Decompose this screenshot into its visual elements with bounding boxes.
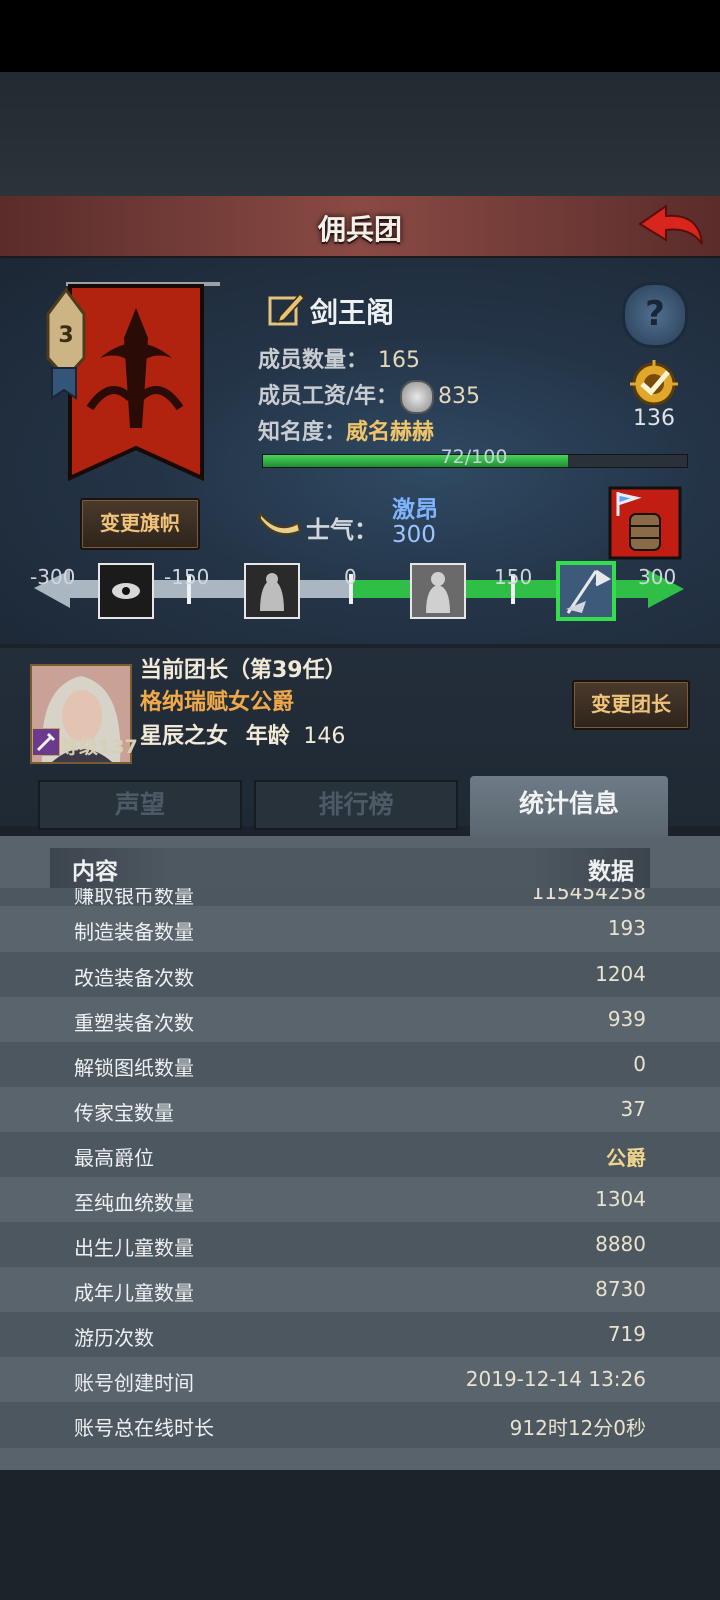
morale-state: 激昂	[392, 497, 438, 523]
rank-value: 136	[633, 406, 675, 431]
table-row: 最高爵位 公爵	[0, 1132, 720, 1178]
row-value: 0	[633, 1052, 646, 1076]
row-value: 719	[607, 1322, 646, 1346]
leader-trait-row: 星辰之女 年龄 146	[140, 718, 345, 750]
row-value: 2019-12-14 13:26	[465, 1367, 646, 1391]
row-label: 至纯血统数量	[74, 1191, 194, 1215]
row-value: 912时12分0秒	[509, 1416, 646, 1440]
table-row: 出生儿童数量 8880	[0, 1222, 720, 1268]
war-horn-icon	[259, 510, 302, 535]
member-count-value: 165	[378, 348, 421, 373]
background-top	[0, 72, 720, 196]
salary-label: 成员工资/年：	[258, 384, 399, 409]
table-row: 成年儿童数量 8730	[0, 1267, 720, 1313]
table-row: 游历次数 719	[0, 1312, 720, 1358]
row-value: 1204	[595, 962, 646, 986]
column-data: 数据	[588, 859, 634, 885]
edit-name-icon[interactable]	[266, 288, 306, 328]
row-label: 重塑装备次数	[74, 1011, 194, 1035]
row-label: 解锁图纸数量	[74, 1056, 194, 1080]
fame-row: 知名度：威名赫赫	[258, 414, 434, 446]
fame-title: 威名赫赫	[346, 420, 435, 445]
barrel-icon[interactable]	[608, 486, 682, 560]
morale-tick-high: 150	[494, 565, 533, 589]
table-row: 传家宝数量 37	[0, 1087, 720, 1133]
svg-text:3: 3	[58, 323, 73, 348]
background-bottom	[0, 1470, 720, 1600]
leader-name: 格纳瑞赋女公爵	[140, 690, 295, 715]
morale-tick-zero: 0	[344, 565, 357, 589]
silver-coin-icon	[400, 380, 435, 414]
status-bar	[0, 0, 720, 72]
row-value: 8730	[595, 1277, 646, 1301]
change-flag-button[interactable]: 变更旗帜	[80, 498, 200, 550]
level-icon	[32, 728, 60, 756]
member-count-label: 成员数量：	[258, 348, 369, 373]
row-value: 公爵	[606, 1146, 646, 1170]
leader-trait: 星辰之女	[140, 724, 229, 749]
row-label: 改造装备次数	[74, 966, 194, 990]
rank-badge-icon[interactable]	[624, 358, 684, 408]
column-content: 内容	[72, 859, 118, 885]
row-label: 账号总在线时长	[74, 1416, 214, 1440]
table-row: 解锁图纸数量 0	[0, 1042, 720, 1088]
morale-tick-min: -300	[30, 565, 76, 589]
morale-tick-max: 300	[638, 565, 677, 589]
calm-icon	[410, 563, 466, 619]
page-title: 佣兵团	[317, 213, 402, 246]
table-header	[50, 848, 650, 888]
help-button[interactable]: ?	[622, 282, 688, 348]
table-row: 改造装备次数 1204	[0, 952, 720, 998]
table-row: 重塑装备次数 939	[0, 997, 720, 1043]
table-row: 至纯血统数量 1304	[0, 1177, 720, 1223]
fame-label: 知名度：	[258, 420, 347, 445]
row-label: 成年儿童数量	[74, 1281, 194, 1305]
row-value: 37	[620, 1097, 646, 1121]
row-value: 193	[607, 916, 646, 940]
row-value: 115454258	[531, 888, 646, 904]
change-leader-button[interactable]: 变更团长	[572, 680, 690, 730]
title-bar: 佣兵团	[0, 196, 720, 259]
morale-label: 士气：	[306, 516, 378, 544]
despair-icon	[244, 563, 300, 619]
leader-title: 当前团长（第39任）	[140, 658, 347, 683]
salary-value: 835	[438, 384, 481, 409]
row-value: 939	[607, 1007, 646, 1031]
leader-age-label: 年龄	[245, 724, 290, 749]
guild-banner-icon: 3	[46, 282, 220, 482]
tab-reputation[interactable]: 声望	[38, 780, 242, 830]
row-value: 1304	[595, 1187, 646, 1211]
table-row: 制造装备数量 193	[0, 906, 720, 952]
salary-row: 成员工资/年： 835	[258, 378, 480, 414]
fame-progress-text: 72/100	[440, 446, 508, 468]
table-row: 账号总在线时长 912时12分0秒	[0, 1402, 720, 1448]
morale-value: 300	[392, 522, 436, 548]
guild-name: 剑王阁	[310, 296, 395, 329]
row-label: 游历次数	[74, 1326, 154, 1350]
row-label: 最高爵位	[74, 1146, 154, 1170]
member-count-row: 成员数量： 165	[258, 342, 420, 374]
row-value: 8880	[595, 1232, 646, 1256]
row-label: 出生儿童数量	[74, 1236, 194, 1260]
row-label: 传家宝数量	[74, 1101, 174, 1125]
rally-flag-icon	[556, 561, 616, 621]
leader-age: 146	[303, 724, 346, 749]
leader-level: 等级137	[60, 736, 138, 758]
table-row: 账号创建时间 2019-12-14 13:26	[0, 1357, 720, 1403]
morale-tick-low: -150	[164, 565, 210, 589]
tab-leaderboard[interactable]: 排行榜	[254, 780, 458, 830]
row-label: 制造装备数量	[74, 920, 194, 944]
tab-statistics[interactable]: 统计信息	[470, 776, 668, 836]
back-arrow-icon[interactable]	[636, 200, 706, 252]
statistics-list[interactable]: 赚取银币数量 115454258 制造装备数量 193 改造装备次数 1204 重塑装…	[0, 888, 720, 1470]
eye-panic-icon	[98, 563, 154, 619]
row-label: 账号创建时间	[74, 1371, 194, 1395]
